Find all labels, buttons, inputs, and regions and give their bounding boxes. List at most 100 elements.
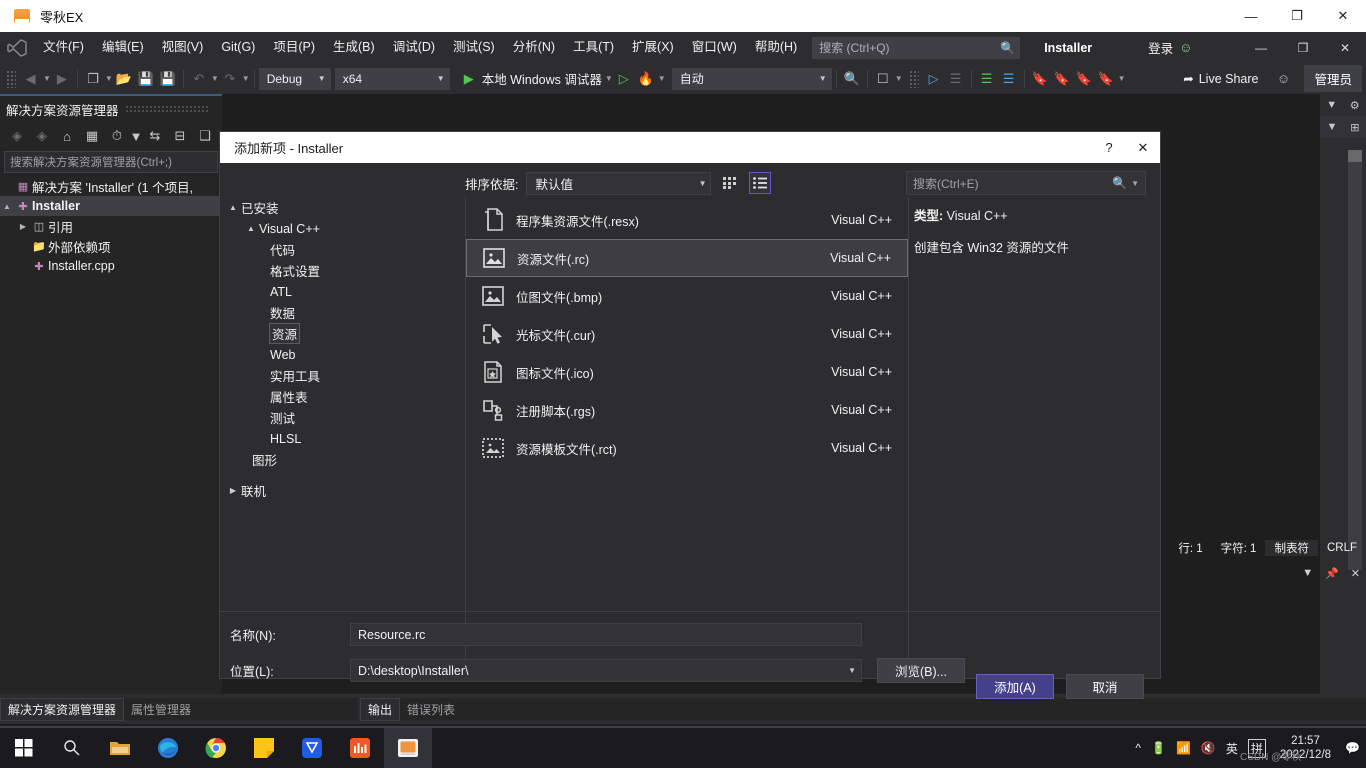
tree-row-external-deps[interactable]: 📁 外部依赖项 <box>0 236 222 256</box>
select-tool-icon[interactable]: ▷ <box>923 67 945 91</box>
category-formatting[interactable]: 格式设置 <box>225 260 465 281</box>
undo-dropdown-icon[interactable]: ▼ <box>211 74 219 83</box>
list-item[interactable]: 程序集资源文件(.resx) Visual C++ <box>466 201 908 239</box>
list-item[interactable]: 光标文件(.cur) Visual C++ <box>466 315 908 353</box>
wifi-icon[interactable]: 📶 <box>1176 741 1191 755</box>
ime-language-indicator[interactable]: 英 <box>1226 740 1238 757</box>
tree-arrow[interactable]: ▶ <box>16 222 30 231</box>
category-resource[interactable]: 资源 <box>225 323 465 344</box>
menu-item-build[interactable]: 生成(B) <box>324 32 384 63</box>
app-minimize-button[interactable]: — <box>1228 0 1274 32</box>
solution-explorer-search[interactable]: 搜索解决方案资源管理器(Ctrl+;) <box>4 151 218 173</box>
forward-icon[interactable]: ◈ <box>31 125 53 147</box>
tray-expand-icon[interactable]: ^ <box>1135 741 1141 755</box>
gear-icon[interactable]: ⚙ <box>1350 99 1360 112</box>
menu-item-project[interactable]: 项目(P) <box>264 32 324 63</box>
pin-icon[interactable]: 📌 <box>1325 567 1339 580</box>
chevron-down-icon[interactable]: ▼ <box>1131 179 1139 188</box>
close-icon[interactable]: ✕ <box>1351 567 1360 580</box>
category-data[interactable]: 数据 <box>225 302 465 323</box>
menu-item-tools[interactable]: 工具(T) <box>564 32 623 63</box>
menu-item-view[interactable]: 视图(V) <box>153 32 213 63</box>
next-bookmark-icon[interactable]: 🔖 <box>1073 67 1095 91</box>
dialog-close-button[interactable]: ✕ <box>1126 132 1160 163</box>
save-icon[interactable]: 💾 <box>135 67 157 91</box>
panel-drag-dots[interactable] <box>124 105 210 113</box>
chevron-down-icon[interactable]: ▼ <box>130 125 143 147</box>
find-in-files-icon[interactable]: 🔍 <box>841 67 863 91</box>
clear-bookmarks-icon[interactable]: 🔖 <box>1095 67 1117 91</box>
category-hlsl[interactable]: HLSL <box>225 428 465 449</box>
new-project-dropdown-icon[interactable]: ▼ <box>105 74 113 83</box>
list-item-selected[interactable]: 资源文件(.rc) Visual C++ <box>466 239 908 277</box>
menu-item-file[interactable]: 文件(F) <box>34 32 93 63</box>
hot-reload-dropdown-icon[interactable]: ▼ <box>658 74 666 83</box>
list-item[interactable]: 位图文件(.bmp) Visual C++ <box>466 277 908 315</box>
bookmark-overflow-icon[interactable]: ▼ <box>1118 74 1126 83</box>
tree-arrow[interactable]: ▲ <box>0 202 14 211</box>
list-item[interactable]: 注册脚本(.rgs) Visual C++ <box>466 391 908 429</box>
list-view-button[interactable] <box>749 172 772 194</box>
dialog-search-box[interactable]: 搜索(Ctrl+E) 🔍 ▼ <box>906 171 1146 195</box>
vs-minimize-button[interactable]: — <box>1240 32 1282 63</box>
category-atl[interactable]: ATL <box>225 281 465 302</box>
toolbar-grip[interactable] <box>6 69 16 88</box>
start-without-debug-icon[interactable]: ▷ <box>613 67 635 91</box>
tree-row-installer-cpp[interactable]: ✚ Installer.cpp <box>0 256 222 276</box>
toggle-bookmark-icon[interactable]: 🔖 <box>1029 67 1051 91</box>
global-search-box[interactable]: 搜索 (Ctrl+Q) 🔍 <box>812 36 1021 59</box>
location-combo[interactable]: D:\desktop\Installer\ ▼ <box>350 659 862 682</box>
category-utility[interactable]: 实用工具 <box>225 365 465 386</box>
navigate-back-icon[interactable]: ◀ <box>20 67 42 91</box>
tree-arrow[interactable]: ▶ <box>225 486 241 495</box>
feedback-person-icon[interactable]: ☺ <box>1272 67 1294 91</box>
live-share-button[interactable]: ➦ Live Share <box>1183 71 1258 87</box>
grid-view-button[interactable] <box>719 172 741 194</box>
start-button-icon[interactable] <box>0 728 48 768</box>
dialog-help-button[interactable]: ? <box>1092 132 1126 163</box>
tree-row-references[interactable]: ▶ ◫ 引用 <box>0 216 222 236</box>
action-center-icon[interactable]: 💬 <box>1345 741 1360 755</box>
solution-configuration-combo[interactable]: Debug ▼ <box>258 67 331 90</box>
window-layout-icon[interactable]: ☐ <box>872 67 894 91</box>
category-online[interactable]: ▶ 联机 <box>225 480 465 501</box>
name-input[interactable]: Resource.rc <box>350 623 862 646</box>
new-project-icon[interactable]: ❐ <box>82 67 104 91</box>
eol-indicator[interactable]: CRLF <box>1318 542 1366 554</box>
navigate-forward-icon[interactable]: ▶ <box>51 67 73 91</box>
category-web[interactable]: Web <box>225 344 465 365</box>
file-explorer-icon[interactable] <box>96 728 144 768</box>
chevron-down-icon[interactable]: ▼ <box>1326 121 1337 133</box>
cancel-button[interactable]: 取消 <box>1066 674 1144 699</box>
undo-icon[interactable]: ↶ <box>188 67 210 91</box>
list-item[interactable]: 资源模板文件(.rct) Visual C++ <box>466 429 908 467</box>
menu-item-window[interactable]: 窗口(W) <box>683 32 746 63</box>
run-target-dropdown-icon[interactable]: ▼ <box>605 74 613 83</box>
redo-icon[interactable]: ↷ <box>219 67 241 91</box>
tree-row-project[interactable]: ▲ ✚ Installer <box>0 196 222 216</box>
split-icon[interactable]: ⊞ <box>1350 121 1359 134</box>
properties-icon[interactable]: ❑ <box>194 125 216 147</box>
previous-bookmark-icon[interactable]: 🔖 <box>1051 67 1073 91</box>
editor-vertical-scrollbar[interactable] <box>1348 150 1362 570</box>
start-debug-icon[interactable]: ▶ <box>458 67 480 91</box>
open-file-icon[interactable]: 📂 <box>113 67 135 91</box>
solution-platform-combo[interactable]: x64 ▼ <box>334 67 450 90</box>
tab-solution-explorer[interactable]: 解决方案资源管理器 <box>0 697 125 721</box>
sign-in-button[interactable]: 登录 ☺ <box>1148 38 1192 57</box>
vs-close-button[interactable]: ✕ <box>1324 32 1366 63</box>
panel-menu-icon[interactable]: ▼ <box>1302 567 1313 580</box>
search-taskbar-icon[interactable] <box>48 728 96 768</box>
analytics-app-icon[interactable] <box>336 728 384 768</box>
save-all-icon[interactable]: 💾 <box>157 67 179 91</box>
list-item[interactable]: 图标文件(.ico) Visual C++ <box>466 353 908 391</box>
visual-studio-taskbar-icon[interactable] <box>384 728 432 768</box>
menu-item-analyze[interactable]: 分析(N) <box>504 32 564 63</box>
scrollbar-thumb[interactable] <box>1348 150 1362 162</box>
tree-row-solution[interactable]: ▦ 解决方案 'Installer' (1 个项目, <box>0 176 222 196</box>
comment-icon[interactable]: ☰ <box>945 67 967 91</box>
pending-changes-icon[interactable]: ⏱ <box>106 125 128 147</box>
app-maximize-button[interactable]: ❐ <box>1274 0 1320 32</box>
redo-dropdown-icon[interactable]: ▼ <box>242 74 250 83</box>
hot-reload-icon[interactable]: 🔥 <box>635 67 657 91</box>
